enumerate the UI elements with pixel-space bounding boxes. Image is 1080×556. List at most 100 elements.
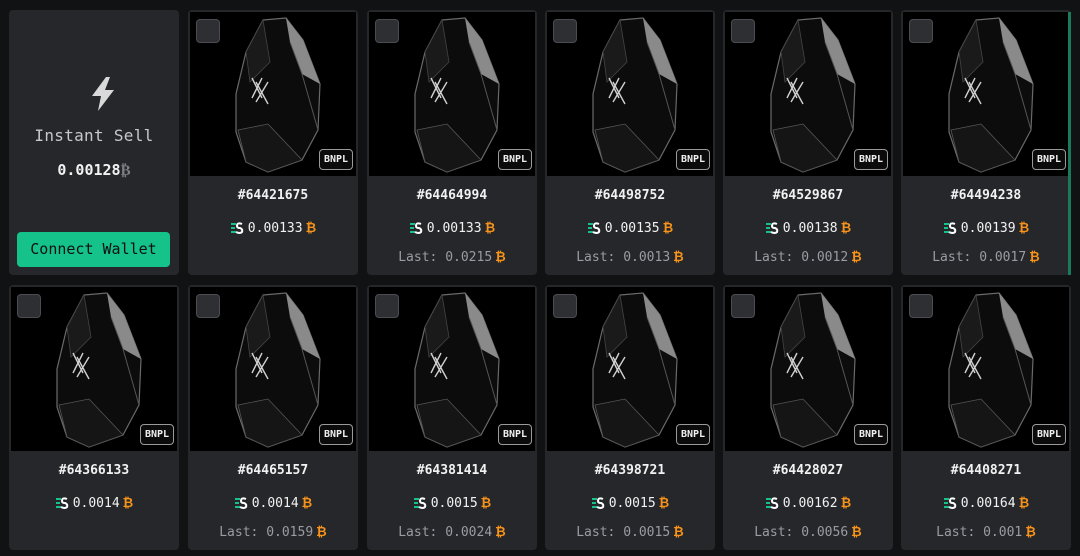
- last-sale: Last: 0.0056 ₿: [723, 524, 893, 540]
- bitcoin-icon: ₿: [495, 525, 506, 540]
- inscription-id: #64465157: [237, 463, 309, 478]
- inscription-card[interactable]: BNPL #64529867 0.00138 ₿ Last: 0.0012 ₿: [723, 10, 893, 275]
- last-sale-label: Last:: [576, 250, 616, 265]
- bnpl-badge: BNPL: [854, 424, 888, 445]
- card-price-value: 0.0015: [608, 496, 656, 511]
- marketplace-logo-icon: [943, 222, 957, 234]
- marketplace-logo-icon: [765, 222, 779, 234]
- card-price: 0.0014 ₿: [188, 495, 358, 511]
- last-sale-value: 0.001: [983, 525, 1023, 540]
- last-sale-label: Last:: [754, 525, 794, 540]
- bitcoin-icon: ₿: [673, 525, 684, 540]
- inscription-card[interactable]: BNPL #64428027 0.00162 ₿ Last: 0.0056 ₿: [723, 285, 893, 550]
- marketplace-logo-icon: [765, 497, 779, 509]
- select-checkbox[interactable]: [196, 19, 220, 43]
- bitcoin-icon: ₿: [316, 525, 327, 540]
- inscription-card[interactable]: BNPL #64398721 0.0015 ₿ Last: 0.0015 ₿: [545, 285, 715, 550]
- card-price-value: 0.00133: [426, 221, 482, 236]
- instant-sell-price-value: 0.00128: [57, 161, 121, 179]
- last-sale-label: Last:: [754, 250, 794, 265]
- select-checkbox[interactable]: [553, 19, 577, 43]
- bitcoin-icon: ₿: [662, 221, 674, 236]
- card-price: 0.00138 ₿: [723, 220, 893, 236]
- inscription-card[interactable]: BNPL #64366133 0.0014 ₿: [9, 285, 179, 550]
- last-sale-label: Last:: [576, 525, 616, 540]
- inscription-card[interactable]: BNPL #64421675 0.00133 ₿: [188, 10, 358, 275]
- inscription-card[interactable]: BNPL #64498752 0.00135 ₿ Last: 0.0013 ₿: [545, 10, 715, 275]
- card-price-value: 0.0015: [430, 496, 478, 511]
- instant-sell-panel: Instant Sell 0.00128₿ Connect Wallet: [9, 10, 179, 275]
- bitcoin-icon: ₿: [1029, 250, 1040, 265]
- select-checkbox[interactable]: [375, 294, 399, 318]
- card-price: 0.00133 ₿: [367, 220, 537, 236]
- inscription-id: #64464994: [416, 188, 488, 203]
- connect-wallet-button[interactable]: Connect Wallet: [17, 232, 170, 267]
- bitcoin-icon: ₿: [673, 250, 684, 265]
- bnpl-badge: BNPL: [498, 424, 532, 445]
- select-checkbox[interactable]: [909, 19, 933, 43]
- last-sale-value: 0.0012: [801, 250, 849, 265]
- card-price: 0.0015 ₿: [545, 495, 715, 511]
- last-sale-label: Last:: [398, 250, 438, 265]
- marketplace-logo-icon: [943, 497, 957, 509]
- bitcoin-icon: ₿: [840, 221, 852, 236]
- bitcoin-icon: ₿: [840, 496, 852, 511]
- inscription-card[interactable]: BNPL #64381414 0.0015 ₿ Last: 0.0024 ₿: [367, 285, 537, 550]
- marketplace-logo-icon: [587, 222, 601, 234]
- bitcoin-icon: ₿: [1018, 221, 1030, 236]
- inscription-card[interactable]: BNPL #64408271 0.00164 ₿ Last: 0.001 ₿: [901, 285, 1071, 550]
- scrollbar[interactable]: [1068, 12, 1071, 275]
- last-sale: Last: 0.0159 ₿: [188, 524, 358, 540]
- last-sale: Last: 0.0215 ₿: [367, 249, 537, 265]
- last-sale-value: 0.0013: [623, 250, 671, 265]
- bnpl-badge: BNPL: [140, 424, 174, 445]
- bnpl-badge: BNPL: [1032, 149, 1066, 170]
- select-checkbox[interactable]: [731, 294, 755, 318]
- marketplace-logo-icon: [409, 222, 423, 234]
- last-sale-value: 0.0215: [445, 250, 493, 265]
- bnpl-badge: BNPL: [1032, 424, 1066, 445]
- bnpl-badge: BNPL: [319, 149, 353, 170]
- select-checkbox[interactable]: [196, 294, 220, 318]
- card-price-value: 0.00164: [960, 496, 1016, 511]
- select-checkbox[interactable]: [909, 294, 933, 318]
- card-price: 0.0015 ₿: [367, 495, 537, 511]
- inscription-card[interactable]: BNPL #64465157 0.0014 ₿ Last: 0.0159 ₿: [188, 285, 358, 550]
- card-price: 0.00133 ₿: [188, 220, 358, 236]
- card-price-value: 0.00135: [604, 221, 660, 236]
- card-price-value: 0.00162: [782, 496, 838, 511]
- instant-sell-price: 0.00128₿: [9, 161, 179, 180]
- last-sale-label: Last:: [936, 525, 976, 540]
- instant-sell-title: Instant Sell: [34, 126, 154, 145]
- last-sale: Last: 0.001 ₿: [901, 524, 1071, 540]
- select-checkbox[interactable]: [553, 294, 577, 318]
- card-price-value: 0.00139: [960, 221, 1016, 236]
- inscription-id: #64498752: [594, 188, 666, 203]
- marketplace-logo-icon: [413, 497, 426, 509]
- card-price-value: 0.0014: [72, 496, 120, 511]
- inscription-id: #64366133: [58, 463, 130, 478]
- select-checkbox[interactable]: [731, 19, 755, 43]
- inscription-id: #64398721: [594, 463, 666, 478]
- bitcoin-icon: ₿: [851, 525, 862, 540]
- lightning-bolt-icon: [92, 77, 114, 111]
- inscription-id: #64494238: [950, 188, 1022, 203]
- card-price-value: 0.00138: [782, 221, 838, 236]
- marketplace-logo-icon: [234, 497, 247, 509]
- last-sale-value: 0.0056: [801, 525, 849, 540]
- marketplace-logo-icon: [591, 497, 604, 509]
- marketplace-logo-icon: [55, 497, 68, 509]
- inscription-card[interactable]: BNPL #64494238 0.00139 ₿ Last: 0.0017 ₿: [901, 10, 1071, 275]
- select-checkbox[interactable]: [17, 294, 41, 318]
- select-checkbox[interactable]: [375, 19, 399, 43]
- last-sale: Last: 0.0012 ₿: [723, 249, 893, 265]
- last-sale: Last: 0.0013 ₿: [545, 249, 715, 265]
- bnpl-badge: BNPL: [676, 149, 710, 170]
- card-price: 0.00139 ₿: [901, 220, 1071, 236]
- last-sale-label: Last:: [932, 250, 972, 265]
- bnpl-badge: BNPL: [319, 424, 353, 445]
- last-sale-value: 0.0159: [266, 525, 314, 540]
- card-price: 0.00162 ₿: [723, 495, 893, 511]
- inscription-card[interactable]: BNPL #64464994 0.00133 ₿ Last: 0.0215 ₿: [367, 10, 537, 275]
- inscription-id: #64428027: [772, 463, 844, 478]
